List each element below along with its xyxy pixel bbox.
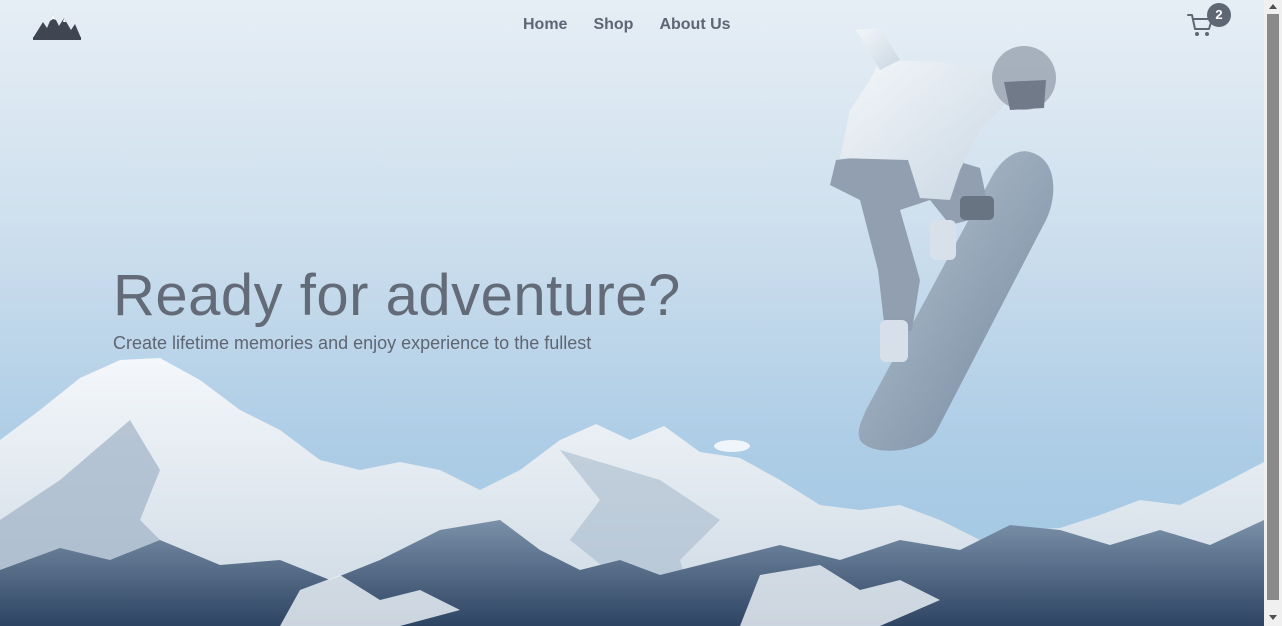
nav-link-shop[interactable]: Shop — [590, 14, 636, 36]
snowboarder-figure — [830, 28, 1056, 451]
main-nav: Home Shop About Us — [520, 14, 734, 36]
cart-count-badge: 2 — [1207, 3, 1231, 27]
scroll-up-icon[interactable] — [1269, 4, 1277, 9]
scrollbar-thumb[interactable] — [1267, 14, 1279, 600]
snowboarder-boot — [930, 220, 956, 260]
snowboarder-boot — [880, 320, 908, 362]
nav-link-home[interactable]: Home — [520, 14, 570, 36]
scroll-down-icon[interactable] — [1269, 615, 1277, 620]
landing-page: Home Shop About Us 2 Ready for adventure… — [0, 0, 1282, 626]
mountain-logo-icon[interactable] — [33, 8, 81, 40]
cloud — [714, 440, 750, 452]
navbar: Home Shop About Us 2 — [0, 0, 1264, 50]
snowboarder-goggles — [1004, 80, 1046, 110]
vertical-scrollbar[interactable] — [1264, 0, 1282, 626]
snowboarder-glove — [960, 196, 994, 220]
hero-subtitle: Create lifetime memories and enjoy exper… — [113, 333, 592, 353]
nav-link-about-us[interactable]: About Us — [656, 14, 733, 36]
hero-title: Ready for adventure? — [113, 263, 681, 328]
